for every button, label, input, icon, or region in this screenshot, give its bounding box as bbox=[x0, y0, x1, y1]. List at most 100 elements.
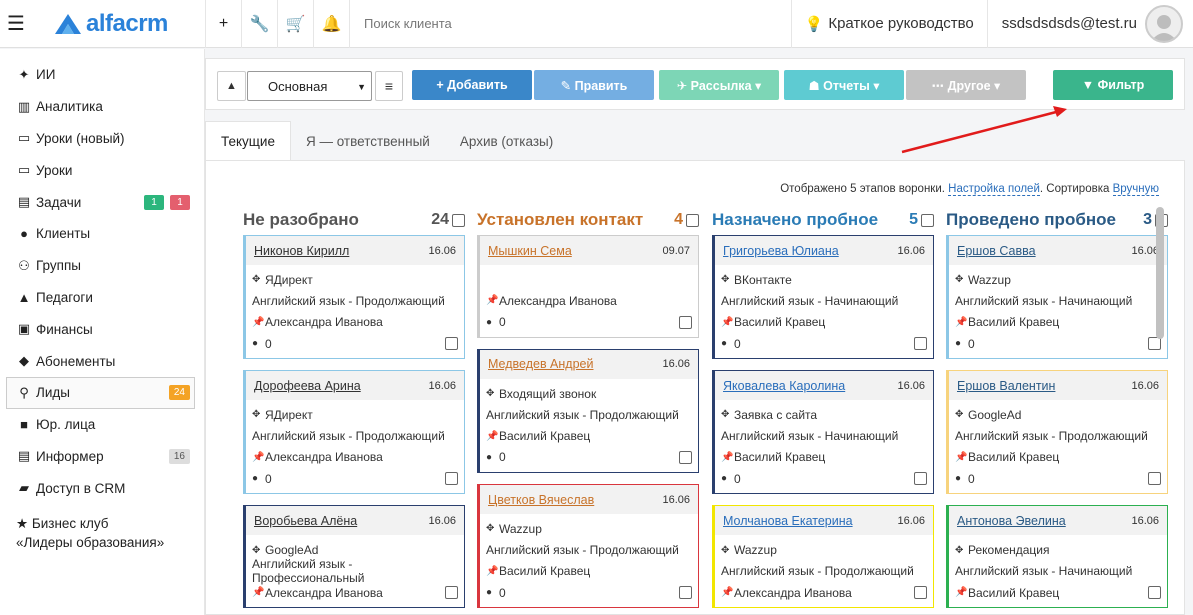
logo-text: alfacrm bbox=[86, 9, 168, 37]
card-row: 📌 Василий Кравец bbox=[721, 447, 925, 468]
lead-name-link[interactable]: Антонова Эвелина bbox=[957, 514, 1066, 528]
card-select-checkbox[interactable] bbox=[1148, 586, 1161, 600]
cart-icon[interactable]: 🛒 bbox=[278, 0, 314, 48]
lead-name-link[interactable]: Медведев Андрей bbox=[488, 357, 593, 371]
lead-card[interactable]: Цветков Вячеслав 16.06 ✥ Wazzup Английский я… bbox=[477, 484, 699, 609]
card-row: 📌 Василий Кравец bbox=[486, 425, 690, 446]
lead-name-link[interactable]: Ершов Савва bbox=[957, 244, 1036, 258]
user-menu[interactable]: ssdsdsdsds@test.ru bbox=[988, 0, 1193, 48]
list-view-icon[interactable]: ≡ bbox=[375, 71, 403, 101]
lead-name-link[interactable]: Молчанова Екатерина bbox=[723, 514, 853, 528]
sidebar-item-subscriptions[interactable]: ◆ Абонементы bbox=[0, 345, 204, 377]
sidebar-item-label: Задачи bbox=[36, 194, 82, 210]
sort-link[interactable]: Вручную bbox=[1112, 183, 1159, 196]
lead-card[interactable]: Никонов Кирилл 16.06 ✥ ЯДирект Английский яз… bbox=[243, 235, 465, 360]
card-select-checkbox[interactable] bbox=[1148, 472, 1161, 486]
card-select-checkbox[interactable] bbox=[679, 315, 692, 329]
sidebar: ✦ ИИ ▥ Аналитика ▭ Уроки (новый) ▭ Уроки ▤ За… bbox=[0, 49, 205, 615]
card-select-checkbox[interactable] bbox=[445, 586, 458, 600]
sidebar-item-clients[interactable]: ● Клиенты bbox=[0, 218, 204, 250]
card-row-text: Английский язык - Продолжающий bbox=[486, 407, 679, 422]
pin-icon: 📌 bbox=[955, 587, 968, 599]
lead-card[interactable]: Антонова Эвелина 16.06 ✥ Рекомендация Англий… bbox=[946, 505, 1168, 609]
sidebar-item-ai[interactable]: ✦ ИИ bbox=[0, 59, 204, 91]
other-button[interactable]: ⋯ Другое ▾ bbox=[906, 70, 1026, 100]
sidebar-item-finance[interactable]: ▣ Финансы bbox=[0, 313, 204, 345]
card-select-checkbox[interactable] bbox=[914, 586, 927, 600]
sidebar-item-tasks[interactable]: ▤ Задачи 1 1 bbox=[0, 186, 204, 218]
card-row-text: 0 bbox=[499, 450, 506, 465]
tab-responsible[interactable]: Я — ответственный bbox=[291, 121, 445, 161]
lead-card[interactable]: Мышкин Сема 09.07 📌 Александра Иванова ● 0 bbox=[477, 235, 699, 338]
sidebar-item-analytics[interactable]: ▥ Аналитика bbox=[0, 91, 204, 123]
menu-icon[interactable]: ☰ bbox=[0, 0, 32, 48]
card-select-checkbox[interactable] bbox=[914, 337, 927, 351]
card-row-text: Английский язык - Продолжающий bbox=[486, 543, 679, 558]
comment-icon: ● bbox=[721, 338, 728, 350]
sidebar-item-informer[interactable]: ▤ Информер 16 bbox=[0, 441, 204, 473]
tab-archive[interactable]: Архив (отказы) bbox=[445, 121, 568, 161]
comment-icon: ● bbox=[721, 473, 728, 485]
mailing-button[interactable]: ✈ Рассылка ▾ bbox=[659, 70, 779, 100]
lead-name-link[interactable]: Дорофеева Арина bbox=[254, 379, 361, 393]
card-select-checkbox[interactable] bbox=[679, 586, 692, 600]
card-select-checkbox[interactable] bbox=[445, 337, 458, 351]
lead-card[interactable]: Воробьева Алёна 16.06 ✥ GoogleAd Английский … bbox=[243, 505, 465, 609]
sidebar-item-teachers[interactable]: ▲ Педагоги bbox=[0, 282, 204, 314]
card-select-checkbox[interactable] bbox=[445, 472, 458, 486]
lead-card[interactable]: Молчанова Екатерина 16.06 ✥ Wazzup Английски… bbox=[712, 505, 934, 609]
bell-icon[interactable]: 🔔 bbox=[314, 0, 350, 48]
lead-name-link[interactable]: Мышкин Сема bbox=[488, 244, 572, 258]
lead-name-link[interactable]: Яковалева Каролина bbox=[723, 379, 845, 393]
card-body: ✥ ВКонтакте Английский язык - Начинающий 📌 В… bbox=[715, 265, 933, 358]
sidebar-item-lessons[interactable]: ▭ Уроки bbox=[0, 154, 204, 186]
edit-button[interactable]: ✎ Править bbox=[534, 70, 654, 100]
card-header: Дорофеева Арина 16.06 bbox=[246, 371, 464, 401]
sidebar-item-business-club[interactable]: ★ Бизнес клуб «Лидеры образования» bbox=[0, 504, 204, 552]
column-select-checkbox[interactable] bbox=[686, 213, 699, 227]
paint-roller-icon[interactable]: ▲ bbox=[217, 71, 246, 101]
lead-name-link[interactable]: Никонов Кирилл bbox=[254, 244, 349, 258]
sidebar-item-lessons-new[interactable]: ▭ Уроки (новый) bbox=[0, 123, 204, 155]
card-row-text: 0 bbox=[734, 336, 741, 351]
scrollbar[interactable] bbox=[1156, 207, 1164, 339]
move-icon: ✥ bbox=[955, 274, 964, 286]
lead-name-link[interactable]: Григорьева Юлиана bbox=[723, 244, 839, 258]
lead-card[interactable]: Ершов Валентин 16.06 ✥ GoogleAd Английский я… bbox=[946, 370, 1168, 495]
card-row: Английский язык - Продолжающий bbox=[486, 404, 690, 425]
pipeline-select[interactable]: Основная ▼ bbox=[247, 71, 372, 101]
add-button[interactable]: + Добавить bbox=[412, 70, 532, 100]
add-icon[interactable]: + bbox=[206, 0, 242, 48]
lead-name-link[interactable]: Цветков Вячеслав bbox=[488, 493, 594, 507]
lead-card[interactable]: Медведев Андрей 16.06 ✥ Входящий звонок Англ… bbox=[477, 348, 699, 474]
column-select-checkbox[interactable] bbox=[452, 213, 465, 227]
guide-link[interactable]: 💡 Краткое руководство bbox=[790, 0, 988, 48]
lead-card[interactable]: Григорьева Юлиана 16.06 ✥ ВКонтакте Английск… bbox=[712, 235, 934, 360]
card-select-checkbox[interactable] bbox=[1148, 337, 1161, 351]
lead-card[interactable]: Ершов Савва 16.06 ✥ Wazzup Английский язык -… bbox=[946, 235, 1168, 360]
card-row: ✥ Wazzup bbox=[955, 269, 1159, 290]
tag-icon: ◆ bbox=[19, 353, 29, 369]
card-select-checkbox[interactable] bbox=[914, 472, 927, 486]
search-input[interactable]: Поиск клиента bbox=[350, 0, 791, 48]
lead-card[interactable]: Яковалева Каролина 16.06 ✥ Заявка с сайта Ан… bbox=[712, 370, 934, 495]
card-row: ✥ Заявка с сайта bbox=[721, 404, 925, 425]
sidebar-item-access[interactable]: ▰ Доступ в CRM bbox=[0, 472, 204, 504]
filter-button[interactable]: ▼ Фильтр bbox=[1053, 70, 1173, 100]
logo[interactable]: alfacrm bbox=[32, 0, 206, 48]
lead-name-link[interactable]: Воробьева Алёна bbox=[254, 514, 357, 528]
sidebar-item-leads[interactable]: ⚲ Лиды 24 bbox=[6, 376, 195, 409]
lead-card[interactable]: Дорофеева Арина 16.06 ✥ ЯДирект Английский я… bbox=[243, 370, 465, 495]
reports-button[interactable]: ☗ Отчеты ▾ bbox=[784, 70, 904, 100]
card-row: Английский язык - Начинающий bbox=[955, 290, 1159, 311]
leads-badge: 24 bbox=[168, 385, 190, 401]
sidebar-item-groups[interactable]: ⚇ Группы bbox=[0, 250, 204, 282]
avatar[interactable] bbox=[1145, 4, 1183, 43]
wrench-icon[interactable]: 🔧 bbox=[242, 0, 278, 48]
sidebar-item-legal[interactable]: ■ Юр. лица bbox=[0, 409, 204, 441]
card-select-checkbox[interactable] bbox=[679, 451, 692, 465]
tab-current[interactable]: Текущие bbox=[205, 121, 291, 161]
column-select-checkbox[interactable] bbox=[921, 213, 934, 227]
lead-name-link[interactable]: Ершов Валентин bbox=[957, 379, 1055, 393]
fields-settings-link[interactable]: Настройка полей bbox=[948, 183, 1040, 196]
